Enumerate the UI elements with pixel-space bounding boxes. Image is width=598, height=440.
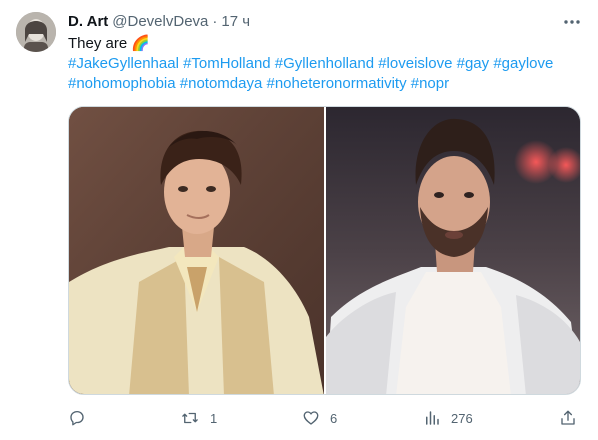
- views-button[interactable]: 276: [423, 404, 473, 432]
- hashtag-link[interactable]: #loveislove: [378, 55, 452, 72]
- avatar[interactable]: [16, 12, 56, 52]
- reply-button[interactable]: [68, 404, 96, 432]
- hashtag-line-2: #nohomophobia #notomdaya #noheteronormat…: [68, 74, 580, 94]
- separator-dot: ·: [212, 13, 218, 30]
- hashtag-link[interactable]: #gay: [457, 55, 490, 72]
- hashtag-line-1: #JakeGyllenhaal #TomHolland #Gyllenholla…: [68, 54, 580, 74]
- author-handle[interactable]: @DevelvDeva: [112, 12, 208, 32]
- heart-icon: [303, 411, 319, 425]
- retweet-icon: [182, 412, 198, 424]
- retweet-button[interactable]: 1: [180, 404, 217, 432]
- portrait-photo-left: [69, 107, 324, 394]
- photo-right[interactable]: [326, 107, 580, 394]
- share-icon: [561, 410, 575, 425]
- hashtag-link[interactable]: #Gyllenholland: [275, 55, 374, 72]
- hashtag-link[interactable]: #notomdaya: [180, 75, 263, 92]
- avatar-image: [16, 12, 56, 52]
- tweet-intro-text: They are: [68, 35, 128, 52]
- tweet-intro-line: They are 🌈: [68, 34, 580, 54]
- hashtag-link[interactable]: #nopr: [411, 75, 449, 92]
- views-icon: [426, 411, 439, 425]
- rainbow-emoji: 🌈: [131, 35, 151, 52]
- media-grid: [68, 106, 581, 395]
- more-horizontal-icon: [564, 20, 580, 24]
- views-count: 276: [451, 410, 473, 426]
- hashtag-link[interactable]: #nohomophobia: [68, 75, 176, 92]
- retweet-count: 1: [210, 410, 218, 426]
- timestamp[interactable]: 17 ч: [221, 12, 250, 32]
- reply-icon: [70, 410, 84, 426]
- tweet-text: They are 🌈 #JakeGyllenhaal #TomHolland #…: [68, 34, 580, 94]
- author-display-name[interactable]: D. Art: [68, 12, 108, 32]
- more-options-button[interactable]: [562, 12, 582, 32]
- action-bar: 1 6 276: [68, 404, 580, 432]
- share-button[interactable]: [559, 404, 577, 432]
- tweet-header: D. Art @DevelvDeva · 17 ч: [68, 12, 582, 32]
- hashtag-link[interactable]: #JakeGyllenhaal: [68, 55, 179, 72]
- photo-left[interactable]: [69, 107, 324, 394]
- hashtag-link[interactable]: #TomHolland: [183, 55, 271, 72]
- like-button[interactable]: 6: [302, 404, 337, 432]
- tweet-card[interactable]: D. Art @DevelvDeva · 17 ч They are 🌈 #Ja…: [0, 0, 598, 440]
- like-count: 6: [330, 410, 338, 426]
- hashtag-link[interactable]: #noheteronormativity: [267, 75, 407, 92]
- portrait-photo-right: [326, 107, 580, 394]
- hashtag-link[interactable]: #gaylove: [493, 55, 553, 72]
